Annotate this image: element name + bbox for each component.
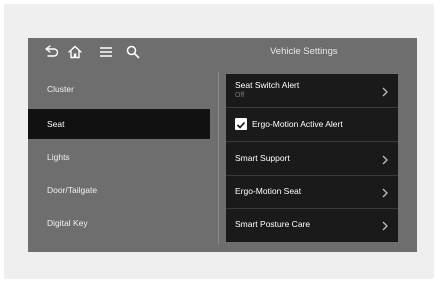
chevron-right-icon (380, 219, 390, 231)
search-icon[interactable] (124, 43, 142, 61)
page-title: Vehicle Settings (270, 46, 338, 57)
home-icon[interactable] (66, 43, 84, 61)
chevron-right-icon (380, 85, 390, 97)
row-label: Smart Posture Care (235, 219, 311, 229)
ergo-motion-active-alert-row[interactable]: Ergo-Motion Active Alert (226, 108, 398, 142)
seat-switch-alert-row[interactable]: Seat Switch Alert Off (226, 74, 398, 108)
menu-icon[interactable] (97, 43, 115, 61)
row-label: Ergo-Motion Seat (235, 186, 302, 196)
row-label: Ergo-Motion Active Alert (252, 119, 343, 129)
sidebar-item-lights[interactable]: Lights (28, 142, 210, 172)
ergo-motion-seat-row[interactable]: Ergo-Motion Seat (226, 175, 398, 209)
sidebar-item-digital-key[interactable]: Digital Key (28, 208, 210, 238)
sidebar-item-door-tailgate[interactable]: Door/Tailgate (28, 175, 210, 205)
settings-panel: Seat Switch Alert Off Ergo-Motion Active… (226, 74, 398, 242)
chevron-right-icon (380, 186, 390, 198)
row-label: Seat Switch Alert (235, 80, 300, 90)
infotainment-screen: Vehicle Settings Cluster Seat Lights Doo… (28, 38, 417, 252)
sidebar-item-cluster[interactable]: Cluster (28, 74, 210, 104)
smart-posture-care-row[interactable]: Smart Posture Care (226, 208, 398, 242)
row-label: Smart Support (235, 153, 290, 163)
top-bar: Vehicle Settings (28, 38, 417, 68)
chevron-right-icon (380, 153, 390, 165)
divider (218, 72, 219, 244)
back-icon[interactable] (42, 43, 60, 61)
row-value: Off (235, 92, 245, 99)
sidebar-item-seat[interactable]: Seat (28, 109, 210, 139)
smart-support-row[interactable]: Smart Support (226, 142, 398, 176)
checkbox[interactable] (235, 118, 247, 130)
